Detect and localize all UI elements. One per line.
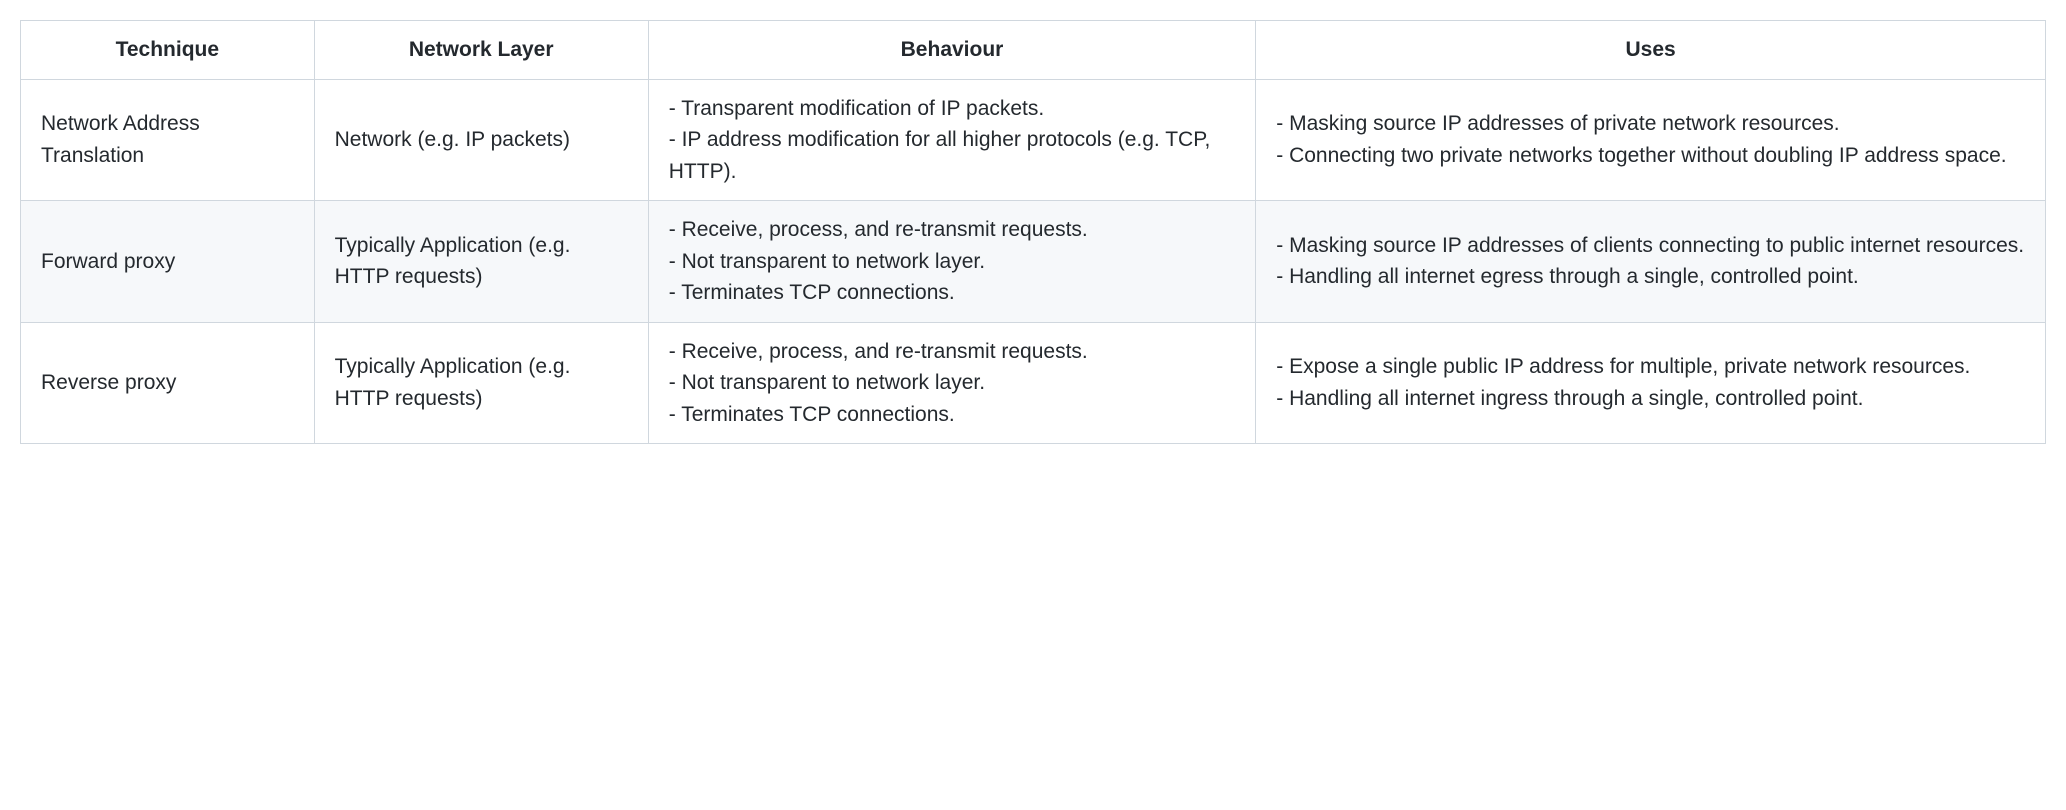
cell-behaviour: - Transparent modification of IP packets… bbox=[648, 79, 1256, 201]
cell-behaviour: - Receive, process, and re-transmit requ… bbox=[648, 201, 1256, 323]
cell-uses: - Expose a single public IP address for … bbox=[1256, 322, 2046, 444]
cell-layer: Typically Application (e.g. HTTP request… bbox=[314, 322, 648, 444]
header-behaviour: Behaviour bbox=[648, 21, 1256, 80]
header-layer: Network Layer bbox=[314, 21, 648, 80]
comparison-table: Technique Network Layer Behaviour Uses N… bbox=[20, 20, 2046, 444]
cell-technique: Forward proxy bbox=[21, 201, 315, 323]
cell-behaviour: - Receive, process, and re-transmit requ… bbox=[648, 322, 1256, 444]
table-row: Forward proxy Typically Application (e.g… bbox=[21, 201, 2046, 323]
cell-uses: - Masking source IP addresses of clients… bbox=[1256, 201, 2046, 323]
cell-uses: - Masking source IP addresses of private… bbox=[1256, 79, 2046, 201]
cell-technique: Reverse proxy bbox=[21, 322, 315, 444]
table-row: Reverse proxy Typically Application (e.g… bbox=[21, 322, 2046, 444]
cell-technique: Network Address Translation bbox=[21, 79, 315, 201]
table-row: Network Address Translation Network (e.g… bbox=[21, 79, 2046, 201]
cell-layer: Typically Application (e.g. HTTP request… bbox=[314, 201, 648, 323]
header-uses: Uses bbox=[1256, 21, 2046, 80]
cell-layer: Network (e.g. IP packets) bbox=[314, 79, 648, 201]
header-technique: Technique bbox=[21, 21, 315, 80]
table-header-row: Technique Network Layer Behaviour Uses bbox=[21, 21, 2046, 80]
